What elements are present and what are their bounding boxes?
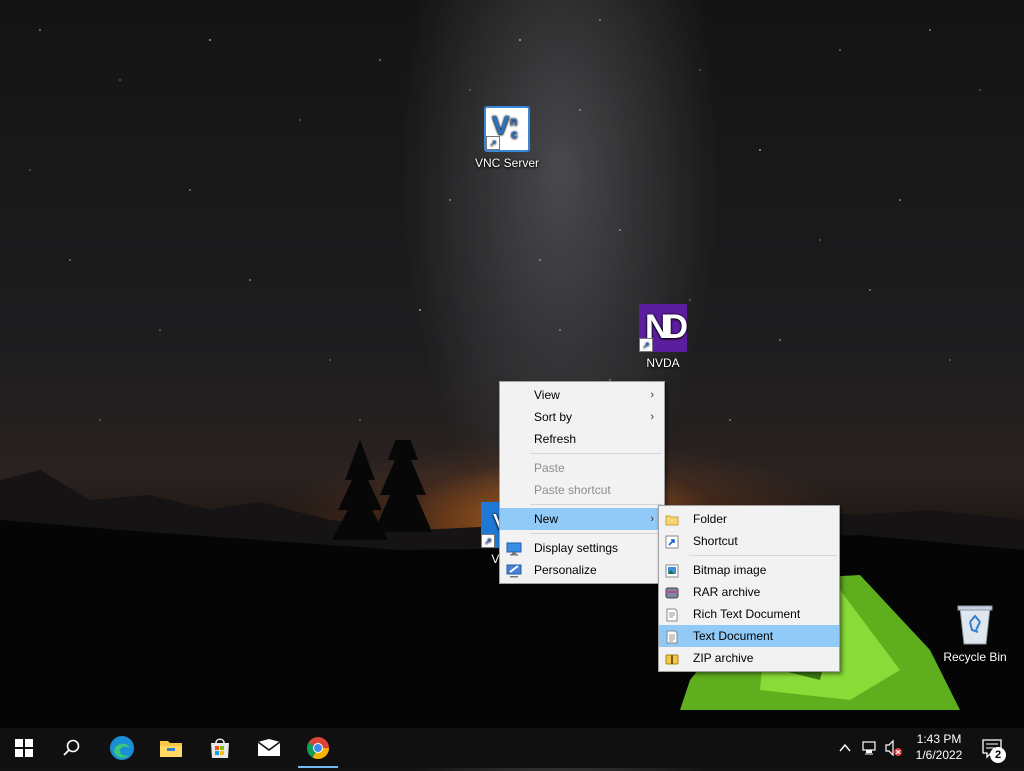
menu-separator	[530, 453, 662, 454]
taskbar-file-explorer[interactable]	[147, 728, 195, 768]
taskbar-clock[interactable]: 1:43 PM 1/6/2022	[904, 731, 974, 763]
shortcut-arrow-icon: ↗	[481, 534, 495, 548]
search-button[interactable]	[48, 728, 96, 768]
zip-archive-icon	[665, 651, 679, 665]
recycle-bin-icon	[956, 602, 994, 646]
shortcut-icon	[665, 534, 679, 549]
menu-separator	[530, 504, 662, 505]
clock-date: 1/6/2022	[915, 748, 963, 762]
submenu-item-bitmap-image[interactable]: Bitmap image	[659, 559, 839, 581]
menu-item-label: Sort by	[534, 410, 573, 424]
mail-icon	[257, 739, 281, 756]
menu-item-personalize[interactable]: Personalize	[500, 559, 664, 581]
menu-item-label: Folder	[693, 512, 728, 526]
submenu-item-zip-archive[interactable]: ZIP archive	[659, 647, 839, 669]
network-icon	[862, 741, 876, 755]
pine-trees	[332, 440, 432, 540]
menu-item-label: Paste shortcut	[534, 483, 611, 497]
desktop-icon-label: Recycle Bin	[943, 650, 1007, 664]
rar-archive-icon	[665, 585, 679, 599]
network-tray-button[interactable]	[861, 728, 881, 768]
taskbar-chrome[interactable]	[294, 728, 342, 768]
menu-item-label: Personalize	[534, 563, 597, 577]
shortcut-arrow-icon: ↗	[486, 136, 500, 150]
chrome-icon	[307, 737, 329, 759]
vnc-icon: V n c ↗	[484, 106, 530, 152]
chevron-right-icon: ›	[650, 389, 654, 401]
chevron-right-icon: ›	[650, 411, 654, 423]
menu-separator	[530, 533, 662, 534]
desktop-icon-label: VNC Server	[474, 156, 539, 170]
menu-item-label: Bitmap image	[693, 563, 767, 577]
menu-item-label: Shortcut	[693, 534, 738, 548]
menu-item-label: Paste	[534, 461, 565, 475]
menu-item-label: New	[534, 512, 559, 526]
taskbar: 1:43 PM 1/6/2022 2	[0, 728, 1024, 768]
submenu-item-folder[interactable]: Folder	[659, 508, 839, 530]
submenu-item-text-document[interactable]: Text Document	[659, 625, 839, 647]
menu-item-label: Display settings	[534, 541, 619, 555]
new-submenu: Folder Shortcut Bitmap image RAR archive…	[658, 505, 840, 672]
search-icon	[63, 739, 80, 756]
submenu-item-rar-archive[interactable]: RAR archive	[659, 581, 839, 603]
menu-item-display-settings[interactable]: Display settings	[500, 537, 664, 559]
taskbar-store[interactable]	[196, 728, 244, 768]
menu-item-label: Rich Text Document	[693, 607, 801, 621]
menu-item-paste-shortcut[interactable]: Paste shortcut	[500, 479, 664, 501]
text-document-icon	[665, 629, 679, 644]
menu-item-label: View	[534, 388, 560, 402]
clock-time: 1:43 PM	[916, 732, 962, 746]
submenu-item-rich-text-document[interactable]: Rich Text Document	[659, 603, 839, 625]
taskbar-mail[interactable]	[245, 728, 293, 768]
windows-start-icon	[15, 739, 33, 757]
volume-tray-button[interactable]	[884, 728, 904, 768]
personalize-icon	[506, 563, 522, 578]
bitmap-image-icon	[665, 563, 679, 578]
desktop-icon-nvda[interactable]: ND ↗ NVDA	[625, 304, 701, 370]
store-icon	[211, 738, 229, 758]
taskbar-edge[interactable]	[98, 728, 146, 768]
action-center-button[interactable]: 2	[980, 728, 1010, 768]
desktop-icon-recycle-bin[interactable]: Recycle Bin	[937, 602, 1013, 664]
menu-item-label: ZIP archive	[693, 651, 754, 665]
menu-item-refresh[interactable]: Refresh	[500, 428, 664, 450]
menu-item-new[interactable]: New ›	[500, 508, 664, 530]
menu-item-view[interactable]: View ›	[500, 384, 664, 406]
file-explorer-icon	[160, 741, 182, 757]
start-button[interactable]	[0, 728, 48, 768]
menu-item-sort-by[interactable]: Sort by ›	[500, 406, 664, 428]
menu-item-label: Refresh	[534, 432, 577, 446]
chevron-right-icon: ›	[650, 513, 654, 525]
notification-count-badge: 2	[990, 747, 1006, 763]
show-hidden-icons-button[interactable]	[838, 728, 856, 768]
desktop-icon-vnc-server[interactable]: V n c ↗ VNC Server	[469, 106, 545, 170]
volume-muted-icon	[885, 739, 902, 757]
menu-item-label: RAR archive	[693, 585, 761, 599]
menu-item-label: Text Document	[693, 629, 774, 643]
desktop-icon-label: NVDA	[646, 356, 680, 370]
menu-item-paste[interactable]: Paste	[500, 457, 664, 479]
menu-separator	[689, 555, 837, 556]
edge-icon	[110, 736, 134, 760]
desktop-context-menu: View › Sort by › Refresh Paste Paste sho…	[499, 381, 665, 584]
shortcut-arrow-icon: ↗	[639, 338, 653, 352]
submenu-item-shortcut[interactable]: Shortcut	[659, 530, 839, 552]
chevron-up-icon	[839, 743, 851, 752]
rich-text-document-icon	[665, 607, 679, 622]
folder-icon	[665, 512, 679, 526]
display-icon	[506, 541, 522, 556]
nvda-icon: ND ↗	[639, 304, 688, 352]
